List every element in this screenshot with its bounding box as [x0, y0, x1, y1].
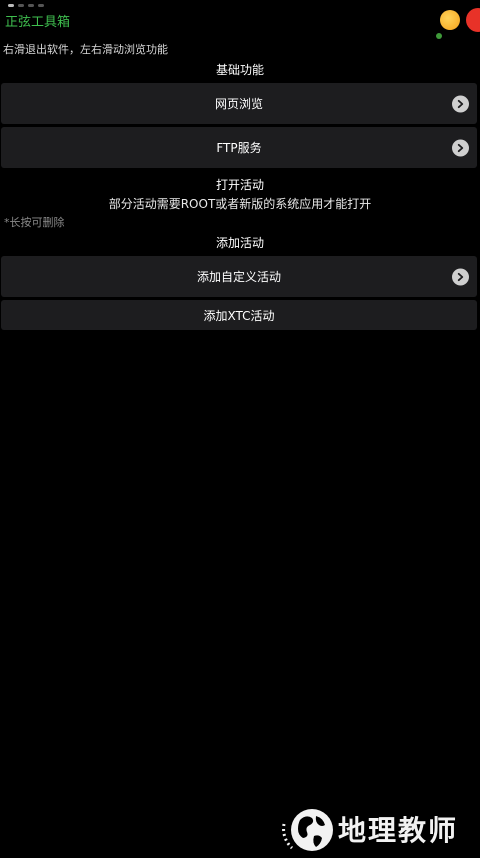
web-browse-button[interactable]: 网页浏览	[1, 83, 477, 124]
page-dot	[28, 4, 34, 7]
app-title: 正弦工具箱	[5, 15, 71, 30]
section-title-add-activity: 添加活动	[215, 236, 264, 250]
section-title-open-activity: 打开活动	[215, 178, 264, 192]
ftp-service-label: FTP服务	[216, 141, 262, 155]
decorative-balls	[430, 0, 480, 44]
add-xtc-activity-label: 添加XTC活动	[203, 308, 275, 323]
page-dot-active	[8, 4, 14, 7]
green-ball-icon	[436, 33, 442, 39]
watermark: 地理教师	[278, 804, 478, 854]
long-press-hint: *长按可删除	[4, 216, 65, 229]
swipe-hint: 右滑退出软件，左右滑动浏览功能	[3, 43, 168, 56]
watermark-logo-icon	[278, 804, 334, 854]
red-ball-icon	[466, 8, 480, 32]
open-activity-subtitle: 部分活动需要ROOT或者新版的系统应用才能打开	[108, 197, 372, 211]
web-browse-label: 网页浏览	[214, 97, 263, 111]
section-title-basic: 基础功能	[215, 63, 264, 77]
page-indicator	[8, 4, 44, 7]
add-custom-activity-button[interactable]: 添加自定义活动	[1, 256, 477, 297]
chevron-right-icon	[452, 139, 469, 156]
watermark-text: 地理教师	[338, 814, 459, 847]
add-xtc-activity-button[interactable]: 添加XTC活动	[1, 300, 477, 330]
add-custom-activity-label: 添加自定义活动	[196, 270, 281, 284]
page-dot	[38, 4, 44, 7]
orange-ball-icon	[440, 10, 460, 30]
ftp-service-button[interactable]: FTP服务	[1, 127, 477, 168]
chevron-right-icon	[452, 268, 469, 285]
chevron-right-icon	[452, 95, 469, 112]
page-dot	[18, 4, 24, 7]
